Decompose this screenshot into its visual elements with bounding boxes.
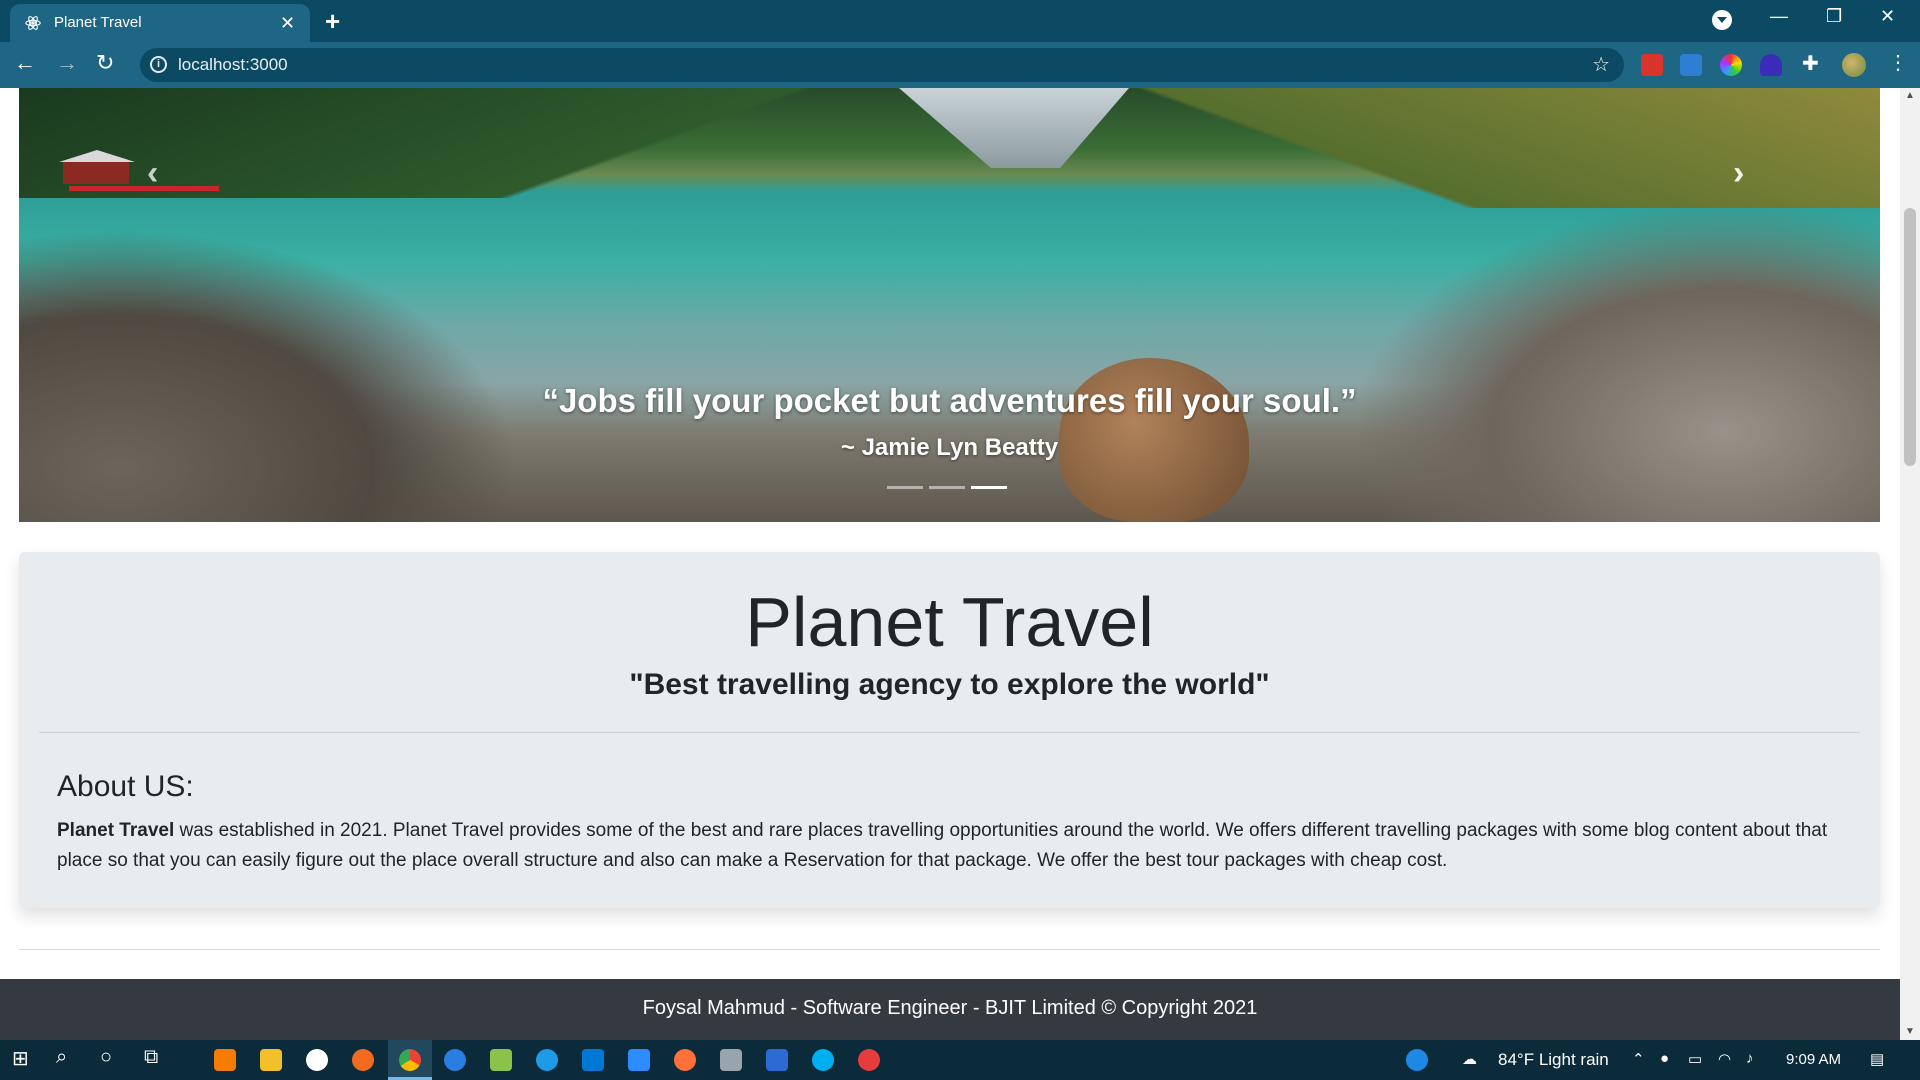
postman-icon[interactable] [352, 1049, 374, 1071]
carousel-quote-author: ~ Jamie Lyn Beatty [840, 434, 1059, 461]
search-icon[interactable]: ⌕ [56, 1046, 67, 1069]
extension-icon-2[interactable] [1680, 54, 1702, 76]
cloud-rain-icon[interactable]: ☁ [1462, 1050, 1477, 1068]
file-explorer-icon[interactable] [260, 1049, 282, 1071]
about-heading: About US: [57, 770, 194, 803]
address-bar[interactable]: i localhost:3000 ☆ [140, 48, 1624, 82]
react-icon [25, 16, 41, 30]
scrollbar-thumb[interactable] [1904, 208, 1916, 466]
browser-tab[interactable]: Planet Travel ✕ [10, 4, 310, 42]
carousel-next-icon[interactable]: › [1733, 154, 1744, 193]
url-text: localhost:3000 [178, 55, 288, 74]
browser-menu-icon[interactable]: ⋮ [1888, 50, 1908, 75]
about-text: was established in 2021. Planet Travel p… [57, 820, 1828, 871]
about-brand-name: Planet Travel [57, 820, 175, 841]
calculator-icon[interactable] [720, 1049, 742, 1071]
section-divider [19, 949, 1880, 950]
footer-copyright: Foysal Mahmud - Software Engineer - BJIT… [642, 997, 1258, 1019]
carousel-quote: “Jobs fill your pocket but adventures fi… [542, 382, 1357, 419]
skype-icon[interactable] [812, 1049, 834, 1071]
carousel-indicators [887, 486, 1007, 489]
close-tab-icon[interactable]: ✕ [280, 13, 295, 34]
tab-search-icon[interactable] [1712, 10, 1732, 30]
carousel-image-forest-left [19, 88, 1019, 198]
windows-taskbar: ⊞ ⌕ ○ ⧉ ☁ 84°F Light rain ⌃ ● ▭ ◠ ♪ 9:09… [0, 1040, 1920, 1080]
scroll-down-icon[interactable]: ▼ [1905, 1026, 1915, 1037]
help-icon[interactable] [1406, 1049, 1428, 1071]
task-view-icon[interactable]: ⧉ [144, 1046, 158, 1069]
xampp-icon[interactable] [214, 1049, 236, 1071]
chrome-icon[interactable] [399, 1049, 421, 1071]
extensions-puzzle-icon[interactable]: ✚ [1802, 51, 1819, 76]
site-info-icon[interactable]: i [150, 56, 167, 73]
carousel-prev-icon[interactable]: ‹ [147, 154, 158, 193]
firefox-icon[interactable] [674, 1049, 696, 1071]
edge-icon[interactable] [536, 1049, 558, 1071]
notifications-icon[interactable]: ▤ [1870, 1050, 1884, 1068]
extension-icon-4[interactable] [1760, 54, 1782, 76]
carousel-indicator-1[interactable] [887, 486, 923, 489]
page-title: Planet Travel [745, 583, 1154, 661]
carousel-indicator-3[interactable] [971, 486, 1007, 489]
page-scrollbar[interactable]: ▲ ▼ [1900, 88, 1920, 1040]
back-arrow-icon[interactable]: ← [14, 50, 36, 76]
zoom-icon[interactable] [628, 1049, 650, 1071]
weather-text[interactable]: 84°F Light rain [1498, 1050, 1609, 1070]
volume-icon[interactable]: ♪ [1746, 1050, 1754, 1067]
browser-toolbar: ← → ↻ i localhost:3000 ☆ 15 ✚ ⋮ [0, 42, 1920, 123]
page-viewport: ‹ › “Jobs fill your pocket but adventure… [0, 88, 1900, 1040]
carousel-image-rocks-right [1360, 208, 1880, 522]
vscode-icon[interactable] [582, 1049, 604, 1071]
bookmark-star-icon[interactable]: ☆ [1592, 52, 1610, 77]
app-icon-red[interactable] [858, 1049, 880, 1071]
github-icon[interactable] [306, 1049, 328, 1071]
hero-carousel: ‹ › “Jobs fill your pocket but adventure… [19, 88, 1880, 522]
new-tab-button[interactable]: + [325, 6, 340, 37]
extension-icon-1[interactable] [1641, 54, 1663, 76]
carousel-image-canoes [69, 186, 219, 191]
windows-start-icon[interactable]: ⊞ [12, 1046, 29, 1071]
app-icon-chat[interactable] [766, 1049, 788, 1071]
restore-button[interactable]: ❐ [1826, 6, 1842, 27]
wifi-icon[interactable]: ◠ [1718, 1050, 1731, 1068]
about-jumbotron: Planet Travel "Best travelling agency to… [19, 552, 1880, 908]
carousel-indicator-2[interactable] [929, 486, 965, 489]
divider [39, 732, 1860, 733]
close-window-button[interactable]: ✕ [1880, 6, 1895, 27]
scroll-up-icon[interactable]: ▲ [1905, 90, 1915, 101]
forward-arrow-icon[interactable]: → [56, 50, 78, 76]
app-icon-blue[interactable] [444, 1049, 466, 1071]
tray-chevron-icon[interactable]: ⌃ [1632, 1050, 1645, 1068]
notepad-icon[interactable] [490, 1049, 512, 1071]
cortana-icon[interactable]: ○ [100, 1046, 112, 1069]
minimize-button[interactable]: — [1770, 6, 1788, 27]
carousel-image-boathouse [59, 150, 135, 184]
about-paragraph: Planet Travel was established in 2021. P… [57, 816, 1847, 876]
browser-tab-strip: Planet Travel ✕ + — ❐ ✕ [0, 0, 1920, 42]
reload-icon[interactable]: ↻ [96, 50, 114, 76]
page-tagline: "Best travelling agency to explore the w… [629, 668, 1270, 701]
battery-icon[interactable]: ▭ [1688, 1050, 1702, 1068]
carousel-image-rocks-left [19, 228, 519, 522]
profile-avatar[interactable] [1842, 53, 1866, 77]
tab-title: Planet Travel [54, 14, 142, 31]
color-picker-extension-icon[interactable] [1720, 54, 1742, 76]
microphone-icon[interactable]: ● [1660, 1050, 1669, 1067]
taskbar-clock[interactable]: 9:09 AM [1786, 1051, 1841, 1068]
page-footer: Foysal Mahmud - Software Engineer - BJIT… [0, 979, 1900, 1040]
